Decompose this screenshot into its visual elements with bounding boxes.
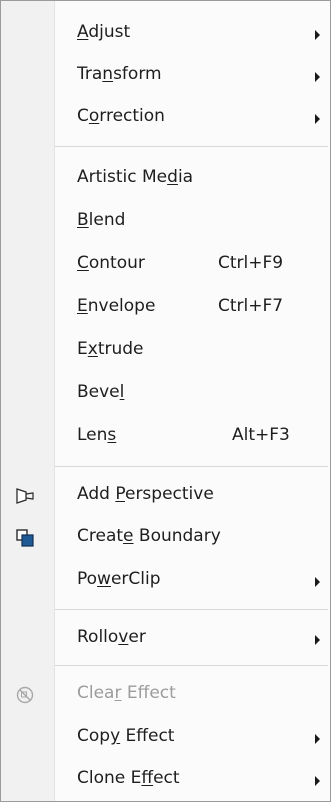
clear-effect-icon (15, 685, 37, 705)
menu-item-rollover[interactable]: Rollover (1, 618, 330, 660)
menu-item-adjust[interactable]: Adjust (1, 13, 330, 55)
menu-item-correction[interactable]: Correction (1, 97, 330, 139)
menu-separator (55, 609, 328, 610)
menu-item-label: Create Boundary (77, 526, 221, 546)
menu-item-label: Correction (77, 106, 165, 126)
menu-item-clear-effect: Clear Effect (1, 674, 330, 716)
menu-item-label: Envelope (77, 296, 156, 316)
menu-item-label: Add Perspective (77, 484, 214, 504)
menu-item-extrude[interactable]: Extrude (1, 330, 330, 372)
add-perspective-icon (15, 486, 37, 506)
menu-item-label: PowerClip (77, 569, 161, 589)
menu-item-powerclip[interactable]: PowerClip (1, 560, 330, 602)
menu-item-label: Clear Effect (77, 683, 176, 703)
submenu-arrow-icon (315, 776, 320, 786)
menu-separator (55, 665, 328, 666)
submenu-arrow-icon (315, 577, 320, 587)
menu-item-shortcut: Ctrl+F9 (218, 253, 284, 273)
menu-item-lens[interactable]: Lens Alt+F3 (1, 416, 330, 458)
menu-item-shortcut: Alt+F3 (232, 425, 290, 445)
menu-item-copy-effect[interactable]: Copy Effect (1, 717, 330, 759)
menu-item-blend[interactable]: Blend (1, 201, 330, 243)
menu-item-transform[interactable]: Transform (1, 55, 330, 97)
menu-item-label: Artistic Media (77, 167, 194, 187)
submenu-arrow-icon (315, 114, 320, 124)
menu-item-add-perspective[interactable]: Add Perspective (1, 475, 330, 517)
submenu-arrow-icon (315, 72, 320, 82)
menu-item-label: Adjust (77, 22, 131, 42)
context-menu: Adjust Transform Correction Artistic Med… (0, 0, 331, 802)
menu-item-bevel[interactable]: Bevel (1, 373, 330, 415)
menu-item-contour[interactable]: Contour Ctrl+F9 (1, 244, 330, 286)
menu-item-label: Transform (77, 64, 162, 84)
menu-item-label: Bevel (77, 382, 125, 402)
menu-separator (55, 466, 328, 467)
menu-item-clone-effect[interactable]: Clone Effect (1, 759, 330, 801)
menu-separator (55, 146, 328, 147)
submenu-arrow-icon (315, 30, 320, 40)
menu-item-artistic-media[interactable]: Artistic Media (1, 158, 330, 200)
menu-item-create-boundary[interactable]: Create Boundary (1, 517, 330, 559)
create-boundary-icon (15, 528, 37, 548)
menu-item-label: Extrude (77, 339, 144, 359)
menu-item-label: Rollover (77, 627, 146, 647)
submenu-arrow-icon (315, 734, 320, 744)
menu-item-label: Copy Effect (77, 726, 175, 746)
menu-item-label: Blend (77, 210, 126, 230)
menu-item-label: Lens (77, 425, 117, 445)
menu-item-label: Clone Effect (77, 768, 180, 788)
menu-item-label: Contour (77, 253, 145, 273)
menu-item-shortcut: Ctrl+F7 (218, 296, 284, 316)
menu-item-envelope[interactable]: Envelope Ctrl+F7 (1, 287, 330, 329)
submenu-arrow-icon (315, 635, 320, 645)
